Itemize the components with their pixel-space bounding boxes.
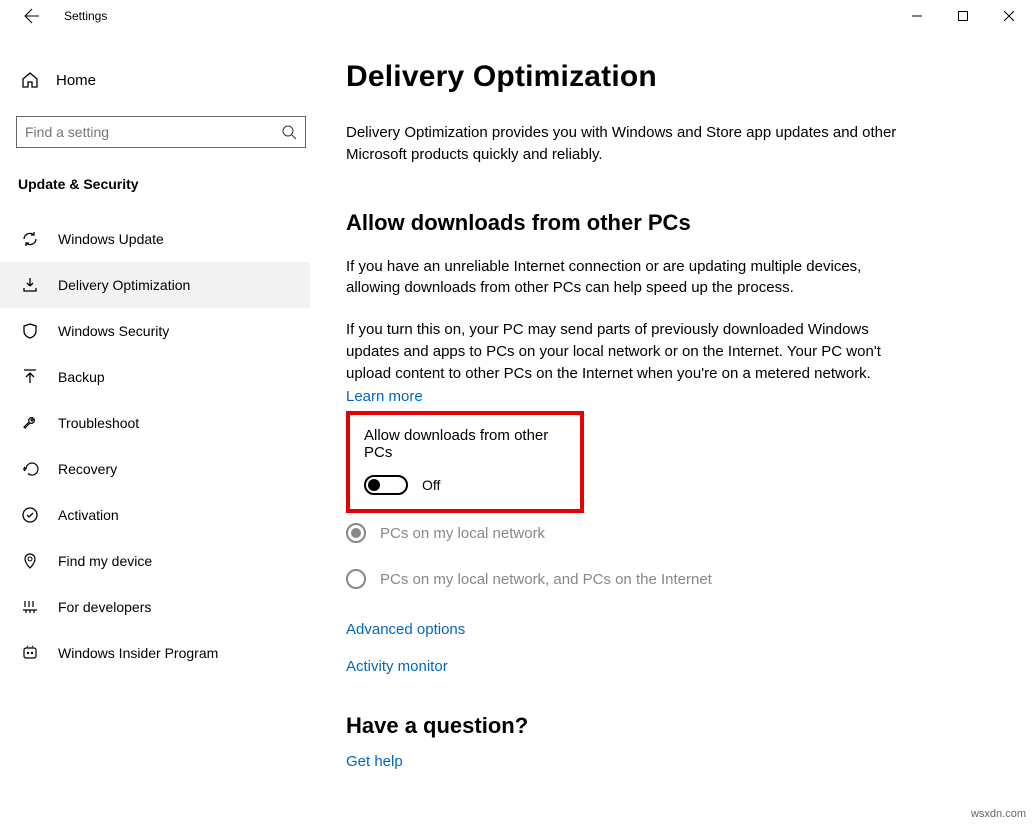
sidebar-item-label: Find my device [58, 553, 152, 569]
sidebar-item-label: Recovery [58, 461, 117, 477]
maximize-icon [958, 11, 968, 21]
sidebar-item-backup[interactable]: Backup [16, 354, 310, 400]
search-icon [281, 124, 297, 140]
titlebar: Settings [0, 0, 1032, 32]
section-header: Update & Security [16, 176, 310, 192]
minimize-button[interactable] [894, 0, 940, 32]
sync-icon [20, 229, 40, 249]
recovery-icon [20, 459, 40, 479]
close-icon [1004, 11, 1014, 21]
sidebar-item-label: Backup [58, 369, 105, 385]
sidebar-item-label: Windows Update [58, 231, 164, 247]
sidebar-item-recovery[interactable]: Recovery [16, 446, 310, 492]
developers-icon [20, 597, 40, 617]
minimize-icon [912, 11, 922, 21]
radio-local-and-internet[interactable]: PCs on my local network, and PCs on the … [346, 569, 992, 589]
search-field[interactable] [25, 124, 281, 140]
wrench-icon [20, 413, 40, 433]
sidebar-item-windows-insider[interactable]: Windows Insider Program [16, 630, 310, 676]
question-heading: Have a question? [346, 713, 992, 739]
backup-icon [20, 367, 40, 387]
allow-para2: If you turn this on, your PC may send pa… [346, 319, 916, 384]
home-link[interactable]: Home [16, 62, 310, 98]
check-circle-icon [20, 505, 40, 525]
main-content: Delivery Optimization Delivery Optimizat… [310, 32, 1032, 824]
sidebar-item-label: Activation [58, 507, 119, 523]
sidebar-item-for-developers[interactable]: For developers [16, 584, 310, 630]
toggle-knob [368, 479, 380, 491]
radio-icon [346, 569, 366, 589]
sidebar-item-label: Troubleshoot [58, 415, 139, 431]
sidebar-item-activation[interactable]: Activation [16, 492, 310, 538]
watermark: wsxdn.com [971, 808, 1026, 820]
sidebar-item-label: For developers [58, 599, 151, 615]
advanced-options-link[interactable]: Advanced options [346, 621, 992, 638]
radio-label: PCs on my local network, and PCs on the … [380, 571, 712, 588]
toggle-state: Off [422, 477, 440, 493]
learn-more-link[interactable]: Learn more [346, 388, 423, 405]
page-description: Delivery Optimization provides you with … [346, 122, 916, 166]
sidebar-item-find-my-device[interactable]: Find my device [16, 538, 310, 584]
close-button[interactable] [986, 0, 1032, 32]
toggle-label: Allow downloads from other PCs [364, 427, 566, 461]
page-title: Delivery Optimization [346, 60, 992, 94]
sidebar-item-windows-update[interactable]: Windows Update [16, 216, 310, 262]
maximize-button[interactable] [940, 0, 986, 32]
activity-monitor-link[interactable]: Activity monitor [346, 658, 992, 675]
highlight-box: Allow downloads from other PCs Off [346, 411, 584, 513]
search-input[interactable] [16, 116, 306, 148]
shield-icon [20, 321, 40, 341]
home-label: Home [56, 72, 96, 89]
window-controls [894, 0, 1032, 32]
delivery-icon [20, 275, 40, 295]
radio-label: PCs on my local network [380, 525, 545, 542]
radio-local-network[interactable]: PCs on my local network [346, 523, 992, 543]
sidebar-item-delivery-optimization[interactable]: Delivery Optimization [0, 262, 310, 308]
window-title: Settings [64, 9, 107, 23]
get-help-link[interactable]: Get help [346, 753, 403, 770]
location-icon [20, 551, 40, 571]
sidebar-item-label: Windows Insider Program [58, 645, 218, 661]
allow-downloads-toggle[interactable] [364, 475, 408, 495]
insider-icon [20, 643, 40, 663]
arrow-left-icon [24, 8, 40, 24]
home-icon [20, 70, 40, 90]
sidebar-item-troubleshoot[interactable]: Troubleshoot [16, 400, 310, 446]
back-button[interactable] [16, 0, 48, 32]
allow-para1: If you have an unreliable Internet conne… [346, 256, 916, 300]
allow-heading: Allow downloads from other PCs [346, 210, 992, 236]
sidebar-item-label: Delivery Optimization [58, 277, 190, 293]
sidebar-item-windows-security[interactable]: Windows Security [16, 308, 310, 354]
radio-icon [346, 523, 366, 543]
sidebar-item-label: Windows Security [58, 323, 169, 339]
sidebar: Home Update & Security Windows Update De… [0, 32, 310, 824]
